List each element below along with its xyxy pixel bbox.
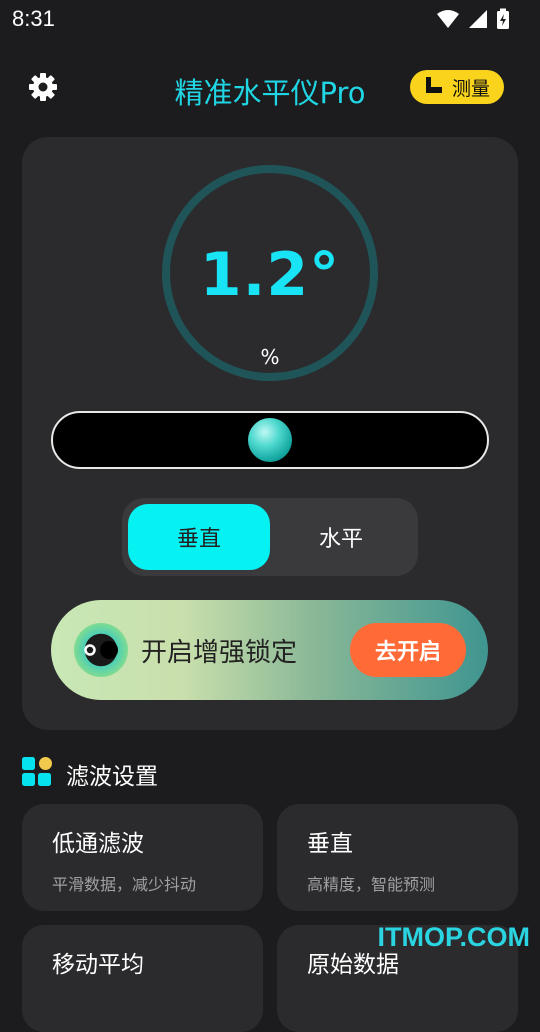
angle-value: 1.2° — [199, 240, 341, 310]
measure-label: 测量 — [451, 77, 490, 100]
level-bubble — [248, 418, 292, 462]
filter-section-header: 滤波设置 — [22, 757, 158, 791]
angle-gauge: 1.2° % — [162, 165, 378, 381]
section-title: 滤波设置 — [66, 764, 158, 790]
lock-toggle-icon — [74, 623, 128, 677]
enable-button[interactable]: 去开启 — [350, 623, 466, 677]
filter-option-lowpass[interactable]: 低通滤波 平滑数据，减少抖动 — [22, 804, 263, 911]
status-bar: 8:31 — [0, 0, 540, 40]
enhanced-lock-banner[interactable]: 开启增强锁定 去开启 — [51, 600, 488, 700]
mode-option-horizontal[interactable]: 水平 — [270, 504, 412, 570]
mode-option-vertical[interactable]: 垂直 — [128, 504, 270, 570]
bubble-level-track — [51, 411, 489, 469]
ruler-icon — [424, 76, 444, 99]
status-icons — [436, 8, 510, 34]
app-header: 精准水平仪Pro 测量 — [0, 60, 540, 120]
measure-button[interactable]: 测量 — [409, 70, 504, 104]
filter-desc: 平滑数据，减少抖动 — [52, 875, 197, 894]
filter-option-moving-average[interactable]: 移动平均 — [22, 925, 263, 1032]
signal-icon — [468, 9, 488, 33]
filter-desc: 高精度，智能预测 — [307, 875, 436, 894]
battery-charging-icon — [496, 8, 510, 34]
status-time: 8:31 — [12, 6, 55, 31]
wifi-icon — [436, 9, 460, 33]
level-card: 1.2° % 垂直 水平 开启增强锁定 去开启 — [22, 137, 518, 730]
filter-option-vertical[interactable]: 垂直 高精度，智能预测 — [277, 804, 518, 911]
filter-title: 低通滤波 — [52, 831, 144, 857]
mode-toggle: 垂直 水平 — [122, 498, 418, 576]
apps-grid-icon — [22, 757, 52, 791]
watermark: ITMOP.COM — [377, 922, 530, 952]
enhanced-lock-text: 开启增强锁定 — [141, 638, 298, 668]
filter-title: 移动平均 — [52, 952, 144, 978]
angle-unit: % — [260, 345, 280, 369]
filter-title: 垂直 — [307, 831, 353, 857]
